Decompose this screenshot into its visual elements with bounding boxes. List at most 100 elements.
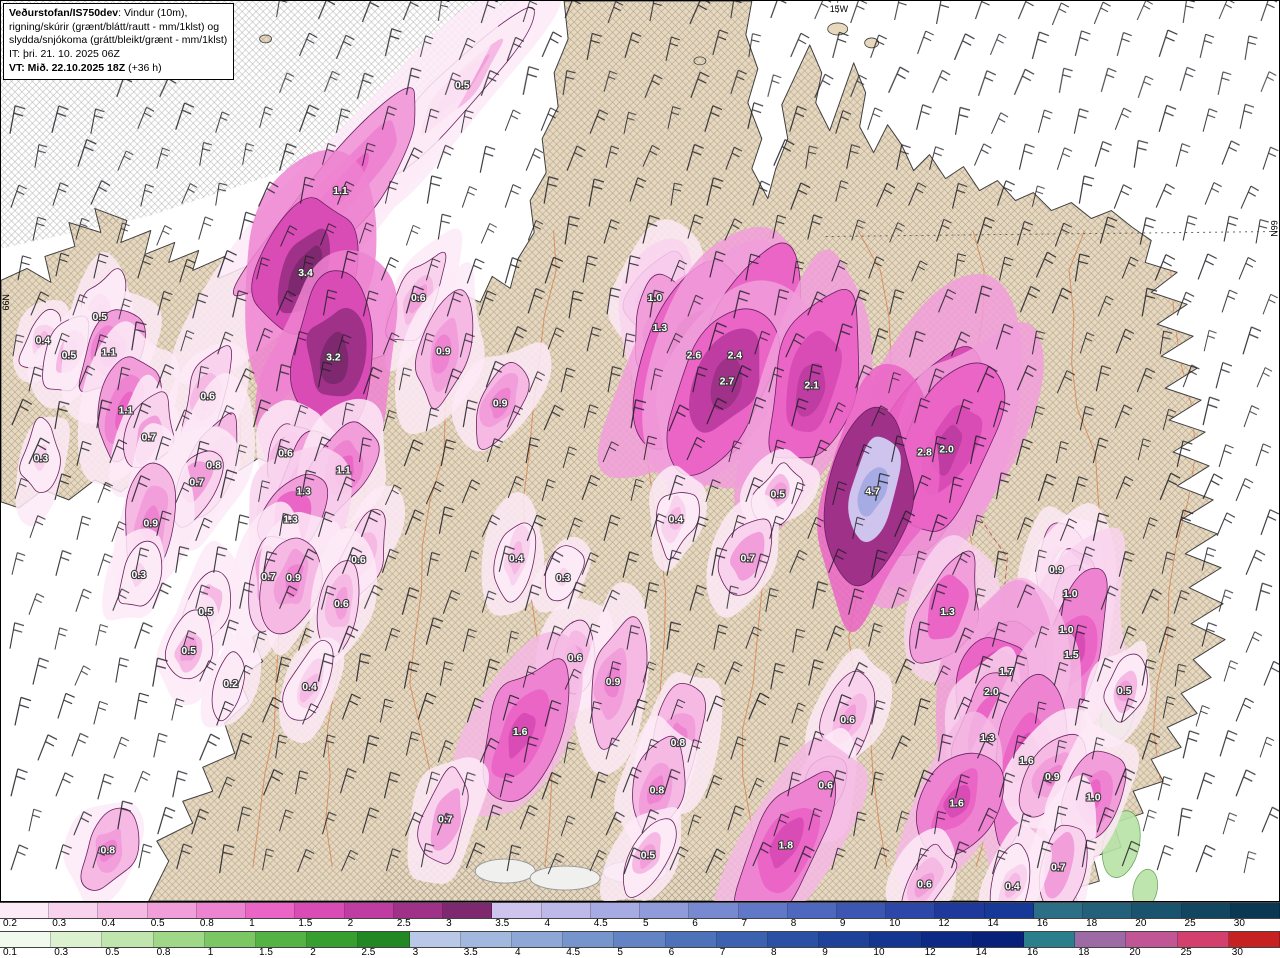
precip-value-label: 0.3 [556, 573, 571, 584]
precip-value-label: 0.9 [143, 518, 158, 529]
colorbar-rain-label: 2.5 [396, 918, 411, 929]
colorbar-rain-segment [492, 903, 542, 918]
rain-legend-line: rigning/skúrir (grænt/blátt/rautt - mm/1… [9, 20, 220, 33]
colorbar-rain-segment [590, 903, 641, 918]
colorbar-snow-segment [768, 932, 820, 947]
valid-time: VT: Mið. 22.10.2025 18Z [9, 61, 126, 74]
colorbar-snow-segment [870, 932, 922, 947]
colorbar-snow-segment [921, 932, 973, 947]
precip-value-label: 1.3 [980, 733, 995, 744]
colorbar-rain-label: 25 [1184, 918, 1196, 929]
precip-value-label: 0.5 [62, 351, 77, 362]
colorbar-rain-label: 16 [1036, 918, 1048, 929]
precip-value-label: 1.0 [1059, 625, 1074, 636]
precip-value-label: 1.1 [119, 406, 134, 417]
colorbar-rain-segment [49, 903, 99, 918]
precip-value-label: 1.0 [1086, 793, 1101, 804]
colorbar-snow-label: 4.5 [566, 947, 581, 958]
map-area: 0.5 1.1 3.4 0.5 0.4 0.5 1.1 0.6 0.9 1.0 1.3 3.2 2.6 2… [0, 0, 1280, 902]
colorbar-snow-segment [1024, 932, 1076, 947]
colorbar-rain-label: 18 [1086, 918, 1098, 929]
precip-value-label: 0.7 [189, 477, 204, 488]
colorbar-rain-label: 12 [938, 918, 950, 929]
colorbar-rain-label: 2 [347, 918, 354, 929]
precip-value-label: 0.8 [206, 460, 221, 471]
colorbar-snow-label: 20 [1129, 947, 1141, 958]
colorbar-rain-segment [147, 903, 197, 918]
precip-value-label: 1.3 [653, 323, 668, 334]
colorbar-snow-label: 30 [1231, 947, 1243, 958]
product-rest: : Vindur (10m), [118, 7, 188, 19]
colorbar-snow-label: 9 [822, 947, 828, 958]
colorbar-rain-segment [836, 903, 887, 918]
colorbar-snow-label: 0.3 [54, 947, 69, 958]
colorbar-snow-segment [1075, 932, 1127, 947]
precip-value-label: 0.9 [493, 399, 508, 410]
colorbar-snow-segment [358, 932, 410, 947]
colorbar-rain-label: 0.8 [199, 918, 214, 929]
colorbar-rain-label: 20 [1135, 918, 1147, 929]
product-name: Veðurstofan/IS750dev [9, 7, 119, 19]
colorbar-rain-label: 8 [790, 918, 797, 929]
colorbar-rain-label: 0.2 [3, 918, 17, 929]
colorbar-rain-segment [541, 903, 591, 918]
colorbar-snow-segment [1228, 932, 1280, 947]
precip-value-label: 0.4 [669, 514, 684, 525]
colorbar-snow-segment [0, 932, 52, 947]
colorbar-snow-segment [102, 932, 154, 947]
precip-value-label: 0.9 [436, 347, 451, 358]
latitude-label-left: 66N [1, 294, 11, 310]
colorbar-snow-label: 2 [310, 947, 316, 958]
precip-value-label: 0.4 [36, 336, 51, 347]
legend-colorbars: 0.2 0.3 0.4 0.5 0.8 1 1.5 2 2.5 3 3.5 4 4.5 5 6 7 8 9 10 12… [0, 902, 1280, 958]
sleet-patch-gray [474, 858, 536, 884]
colorbar-rain-label: 3 [446, 918, 452, 929]
colorbar-rain-label: 30 [1233, 918, 1245, 929]
colorbar-rain-segment [196, 903, 247, 918]
precip-value-label: 0.4 [509, 553, 524, 564]
colorbar-snow-segment [153, 932, 205, 947]
colorbar-rain-label: 3.5 [495, 918, 510, 929]
precip-value-label: 0.3 [132, 570, 147, 581]
colorbar-snow-label: 0.1 [3, 947, 17, 958]
weather-map-product: 0.5 1.1 3.4 0.5 0.4 0.5 1.1 0.6 0.9 1.0 1.3 3.2 2.6 2… [0, 0, 1280, 958]
colorbar-snow-label: 16 [1027, 947, 1039, 958]
colorbar-rain-segment [1033, 903, 1084, 918]
colorbar-snow-label: 4 [515, 947, 521, 958]
precip-value-label: 1.6 [1019, 756, 1034, 767]
colorbar-rain-label: 5 [643, 918, 649, 929]
snow-legend-line: slydda/snjókoma (grátt/bleikt/grænt - mm… [9, 34, 228, 47]
precip-value-label: 0.9 [1045, 772, 1060, 783]
precip-value-label: 0.9 [1049, 565, 1064, 576]
colorbar-rain-segment [787, 903, 837, 918]
colorbar-rain-labels: 0.2 0.3 0.4 0.5 0.8 1 1.5 2 2.5 3 3.5 4 4.5 5 6 7 8 9 10 12… [0, 918, 1280, 931]
precip-value-label: 1.7 [999, 667, 1014, 678]
colorbar-snow-label: 2.5 [361, 947, 376, 958]
colorbar-snow-label: 25 [1180, 947, 1192, 958]
precip-value-label: 1.0 [648, 293, 663, 304]
colorbar-snow-label: 7 [719, 947, 726, 958]
valid-time-offset: (+36 h) [125, 61, 162, 74]
colorbar-snow-segment [51, 932, 103, 947]
precip-value-label: 0.9 [606, 677, 621, 688]
precip-value-label: 0.5 [455, 80, 470, 91]
colorbar-snow-label: 14 [975, 947, 987, 958]
colorbar-snow-label: 1 [207, 947, 214, 958]
precip-value-label: 0.6 [840, 715, 855, 726]
precip-value-label: 0.5 [181, 646, 196, 657]
colorbar-rain-segment [1230, 903, 1280, 918]
colorbar-snow-segment [665, 932, 717, 947]
colorbar-rain-label: 4.5 [593, 918, 608, 929]
precip-value-label: 0.4 [302, 682, 317, 693]
precip-value-label: 0.2 [223, 679, 238, 690]
colorbar-rain-label: 0.3 [52, 918, 67, 929]
map-svg: 0.5 1.1 3.4 0.5 0.4 0.5 1.1 0.6 0.9 1.0 1.3 3.2 2.6 2… [1, 1, 1279, 901]
colorbar-rain-segment [1083, 903, 1133, 918]
colorbar-rain-segment [246, 903, 296, 918]
precip-value-label: 0.6 [278, 448, 293, 459]
latitude-label-right: 66N [1269, 220, 1279, 236]
colorbar-snow-segment [716, 932, 769, 947]
precip-value-label: 0.6 [818, 781, 833, 792]
precip-value-label: 0.7 [1051, 863, 1066, 874]
precip-value-label: 0.6 [411, 293, 426, 304]
